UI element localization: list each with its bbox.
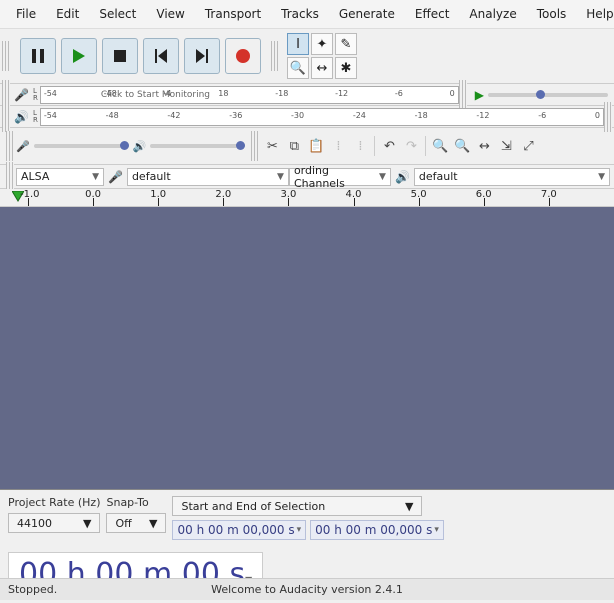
- speaker-icon: 🔊: [391, 170, 414, 184]
- audio-host-combo[interactable]: ALSA▼: [16, 168, 104, 186]
- edit-toolbar: 🎤 🔊 ✂ ⧉ 📋 ⁞ ⁞ ↶ ↷ 🔍 🔍 ↔ ⇲ ⤢: [0, 128, 614, 165]
- snap-to-label: Snap-To: [106, 496, 166, 509]
- stop-button[interactable]: [102, 38, 138, 74]
- skip-start-button[interactable]: [143, 38, 179, 74]
- playback-meter-row: 🔊 LR -54-48 -42-36 -30-24 -18-12 -60: [0, 106, 614, 128]
- mic-icon: 🎤: [104, 170, 127, 184]
- status-state: Stopped.: [8, 583, 57, 596]
- toolbar-grip[interactable]: [604, 102, 612, 132]
- multi-tool[interactable]: ✱: [335, 57, 357, 79]
- zoom-out-button[interactable]: 🔍: [451, 135, 473, 157]
- play-at-speed-button[interactable]: ▶: [475, 88, 484, 102]
- timeline-ruler[interactable]: -1.0 0.0 1.0 2.0 3.0 4.0 5.0 6.0 7.0: [0, 189, 614, 207]
- menu-analyze[interactable]: Analyze: [459, 3, 526, 25]
- recording-channels-combo[interactable]: ording Channels▼: [289, 168, 391, 186]
- record-button[interactable]: [225, 38, 261, 74]
- toolbar-grip[interactable]: [2, 41, 10, 71]
- undo-button[interactable]: ↶: [378, 135, 400, 157]
- menu-select[interactable]: Select: [89, 3, 146, 25]
- play-lr-labels: LR: [31, 110, 40, 124]
- copy-button[interactable]: ⧉: [283, 135, 305, 157]
- separator: [425, 136, 426, 156]
- mic-icon[interactable]: 🎤: [12, 88, 31, 102]
- menu-tracks[interactable]: Tracks: [271, 3, 329, 25]
- playback-speed-slider[interactable]: [488, 93, 608, 97]
- project-rate-label: Project Rate (Hz): [8, 496, 100, 509]
- play-at-speed: ▶: [469, 88, 614, 102]
- toolbar-grip[interactable]: [271, 41, 279, 71]
- playback-volume-slider[interactable]: [150, 144, 245, 148]
- tools-grid: I ✦ ✎ 🔍 ↔ ✱: [281, 29, 363, 83]
- status-message: Welcome to Audacity version 2.4.1: [211, 583, 403, 596]
- cut-button[interactable]: ✂: [261, 135, 283, 157]
- fit-project-button[interactable]: ⇲: [495, 135, 517, 157]
- paste-button[interactable]: 📋: [305, 135, 327, 157]
- recording-device-combo[interactable]: default▼: [127, 168, 289, 186]
- playback-meter[interactable]: -54-48 -42-36 -30-24 -18-12 -60: [40, 108, 604, 126]
- skip-end-button[interactable]: [184, 38, 220, 74]
- envelope-tool[interactable]: ✦: [311, 33, 333, 55]
- toolbar-grip[interactable]: [2, 102, 10, 132]
- silence-button[interactable]: ⁞: [349, 135, 371, 157]
- menu-help[interactable]: Help: [576, 3, 614, 25]
- speaker-icon[interactable]: 🔊: [12, 110, 31, 124]
- selection-mode-combo[interactable]: Start and End of Selection▼: [172, 496, 422, 516]
- separator: [374, 136, 375, 156]
- selection-end-field[interactable]: 00 h 00 m 00,000 s▾: [310, 520, 444, 540]
- menu-view[interactable]: View: [146, 3, 194, 25]
- zoom-toggle-button[interactable]: ⤢: [517, 135, 539, 157]
- toolbar-grip[interactable]: [251, 131, 259, 161]
- menu-effect[interactable]: Effect: [405, 3, 460, 25]
- zoom-tool[interactable]: 🔍: [287, 57, 309, 79]
- pause-button[interactable]: [20, 38, 56, 74]
- speaker-icon: 🔊: [133, 140, 147, 153]
- selection-start-field[interactable]: 00 h 00 m 00,000 s▾: [172, 520, 306, 540]
- menu-tools[interactable]: Tools: [527, 3, 577, 25]
- status-bar: Stopped. Welcome to Audacity version 2.4…: [0, 578, 614, 600]
- fit-selection-button[interactable]: ↔: [473, 135, 495, 157]
- project-rate-combo[interactable]: 44100▼: [8, 513, 100, 533]
- playback-device-combo[interactable]: default▼: [414, 168, 610, 186]
- menu-bar: File Edit Select View Transport Tracks G…: [0, 0, 614, 29]
- timeshift-tool[interactable]: ↔: [311, 57, 333, 79]
- recording-volume-slider[interactable]: [34, 144, 129, 148]
- transport-toolbar: I ✦ ✎ 🔍 ↔ ✱: [0, 29, 614, 84]
- menu-generate[interactable]: Generate: [329, 3, 405, 25]
- toolbar-grip[interactable]: [459, 80, 467, 110]
- snap-to-combo[interactable]: Off▼: [106, 513, 166, 533]
- redo-button[interactable]: ↷: [400, 135, 422, 157]
- recording-meter[interactable]: -54-48 -4 18 -18-12 -60 Click to Start M…: [40, 86, 459, 104]
- selection-tool[interactable]: I: [287, 33, 309, 55]
- menu-transport[interactable]: Transport: [195, 3, 271, 25]
- draw-tool[interactable]: ✎: [335, 33, 357, 55]
- track-area[interactable]: [0, 207, 614, 490]
- toolbar-grip[interactable]: [6, 131, 14, 161]
- menu-file[interactable]: File: [6, 3, 46, 25]
- toolbar-grip[interactable]: [6, 162, 14, 192]
- mic-icon: 🎤: [16, 140, 30, 153]
- play-button[interactable]: [61, 38, 97, 74]
- trim-button[interactable]: ⁞: [327, 135, 349, 157]
- monitoring-hint: Click to Start Monitoring: [101, 90, 210, 100]
- device-toolbar: ALSA▼ 🎤 default▼ ording Channels▼ 🔊 defa…: [0, 165, 614, 189]
- menu-edit[interactable]: Edit: [46, 3, 89, 25]
- rec-lr-labels: LR: [31, 88, 40, 102]
- recording-meter-row: 🎤 LR -54-48 -4 18 -18-12 -60 Click to St…: [0, 84, 614, 106]
- zoom-in-button[interactable]: 🔍: [429, 135, 451, 157]
